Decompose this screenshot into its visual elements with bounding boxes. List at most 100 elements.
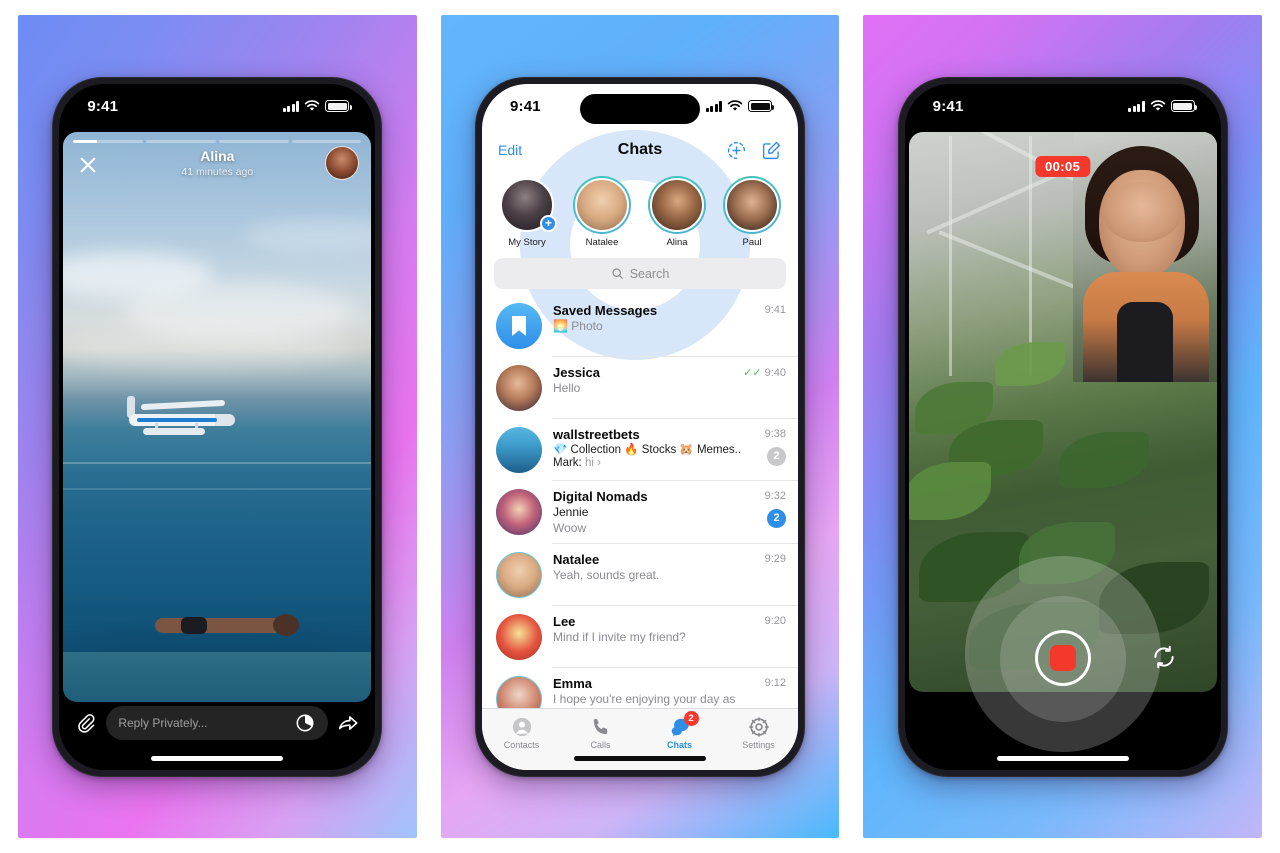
status-time: 9:41 bbox=[932, 97, 964, 115]
read-receipt-icon: ✓✓ bbox=[743, 367, 762, 379]
chat-name: wallstreetbets bbox=[553, 427, 640, 442]
contacts-icon bbox=[512, 717, 531, 736]
avatar bbox=[575, 178, 629, 232]
paperclip-icon[interactable] bbox=[75, 712, 97, 734]
chat-time: 9:38 bbox=[764, 428, 786, 440]
chat-bubbles-icon: 2 bbox=[669, 710, 699, 738]
chats-navbar: Edit Chats bbox=[482, 128, 798, 172]
list-item[interactable]: Emma I hope you're enjoying your day as … bbox=[482, 668, 798, 710]
status-indicators bbox=[282, 100, 352, 112]
phone-screen-3: 9:41 00:05 bbox=[904, 84, 1221, 770]
person-face-highlight bbox=[1102, 182, 1181, 242]
add-story-plus-icon[interactable]: + bbox=[540, 215, 557, 232]
chat-topics: 💎 Collection 🔥 Stocks 🐹 Memes... bbox=[553, 444, 741, 456]
navbar-actions bbox=[726, 140, 782, 161]
search-input[interactable]: Search bbox=[494, 258, 786, 289]
avatar[interactable] bbox=[325, 146, 360, 180]
tab-settings[interactable]: Settings bbox=[719, 709, 798, 756]
panel-chats-list: 9:41 Edit Chats + My Story Natalee Alina… bbox=[440, 15, 840, 838]
phone-frame-3: 9:41 00:05 bbox=[897, 77, 1228, 777]
tab-label: Contacts bbox=[503, 739, 540, 750]
tab-chats[interactable]: 2 Chats bbox=[640, 709, 719, 756]
flip-camera-icon[interactable] bbox=[1151, 644, 1177, 670]
story-item-my-story[interactable]: + My Story bbox=[496, 176, 558, 248]
avatar bbox=[725, 178, 779, 232]
dynamic-island bbox=[580, 94, 700, 124]
camera-controls bbox=[905, 520, 1221, 770]
panel-camera: 9:41 00:05 bbox=[863, 15, 1263, 838]
list-item[interactable]: Digital Nomads Jennie Woow 9:32 2 bbox=[482, 481, 798, 544]
progress-segment bbox=[73, 140, 144, 143]
status-bar-1: 9:41 bbox=[59, 84, 375, 128]
home-indicator bbox=[151, 756, 284, 761]
compose-icon[interactable] bbox=[761, 140, 782, 161]
story-progress[interactable] bbox=[73, 140, 362, 143]
marker-author: Mark: bbox=[553, 457, 582, 469]
unread-badge: 2 bbox=[767, 447, 786, 466]
story-photo bbox=[63, 132, 372, 702]
chat-name: Saved Messages bbox=[553, 303, 658, 318]
list-item[interactable]: wallstreetbets 💎 Collection 🔥 Stocks 🐹 M… bbox=[482, 419, 798, 481]
add-story-icon[interactable] bbox=[726, 140, 747, 161]
status-indicators bbox=[1128, 100, 1198, 112]
avatar bbox=[650, 178, 704, 232]
cellular-bars-icon bbox=[705, 100, 722, 112]
chat-time: 9:29 bbox=[764, 553, 786, 565]
chat-time: 9:12 bbox=[764, 677, 786, 689]
list-item[interactable]: Saved Messages 🌅 Photo 9:41 bbox=[482, 295, 798, 357]
list-item[interactable]: Natalee Yeah, sounds great. 9:29 bbox=[482, 544, 798, 606]
screenshot-stage: 9:41 Alina 41 minutes ago Reply Privatel… bbox=[0, 0, 1280, 853]
chat-list[interactable]: Saved Messages 🌅 Photo 9:41 Jessica Hell… bbox=[482, 295, 798, 710]
person-top bbox=[1116, 302, 1173, 382]
story-label: Paul bbox=[742, 237, 762, 248]
story-label: My Story bbox=[508, 237, 546, 248]
chat-time: 9:32 bbox=[764, 490, 786, 502]
tab-label: Chats bbox=[666, 739, 692, 750]
timer-icon[interactable] bbox=[294, 712, 316, 734]
story-reply-bar: Reply Privately... bbox=[59, 702, 375, 744]
phone-icon bbox=[593, 718, 607, 734]
story-item-alina[interactable]: Alina bbox=[646, 176, 708, 248]
status-time: 9:41 bbox=[87, 97, 119, 115]
avatar bbox=[496, 552, 542, 598]
tab-contacts[interactable]: Contacts bbox=[482, 709, 561, 756]
story-item-paul[interactable]: Paul bbox=[721, 176, 783, 248]
seaplane-graphic bbox=[115, 390, 245, 446]
chat-preview: Yeah, sounds great. bbox=[553, 568, 660, 582]
unread-badge: 2 bbox=[767, 509, 786, 528]
reply-input[interactable]: Reply Privately... bbox=[106, 706, 329, 740]
camera-screen: 9:41 00:05 bbox=[904, 84, 1221, 770]
share-arrow-icon[interactable] bbox=[337, 712, 359, 734]
battery-icon bbox=[1170, 100, 1198, 112]
reply-placeholder: Reply Privately... bbox=[118, 716, 208, 730]
preview-text: Photo bbox=[571, 319, 603, 333]
wifi-icon bbox=[305, 100, 320, 111]
story-item-emma[interactable]: Emma bbox=[796, 176, 798, 248]
tab-label: Calls bbox=[590, 739, 611, 750]
story-item-natalee[interactable]: Natalee bbox=[571, 176, 633, 248]
selfie-overlay bbox=[1072, 132, 1217, 382]
story-label: Alina bbox=[666, 237, 688, 248]
chat-time: ✓✓ 9:40 bbox=[743, 367, 786, 379]
tab-calls[interactable]: Calls bbox=[561, 709, 640, 756]
avatar bbox=[496, 614, 542, 660]
chat-last-message: Mark: hi › bbox=[553, 457, 741, 469]
stories-row[interactable]: + My Story Natalee Alina Paul bbox=[482, 172, 798, 252]
chat-time: 9:20 bbox=[764, 615, 786, 627]
wifi-icon bbox=[1150, 100, 1165, 111]
avatar bbox=[496, 365, 542, 411]
chat-sender: Jennie bbox=[553, 505, 589, 519]
list-item[interactable]: Lee Mind if I invite my friend? 9:20 bbox=[482, 606, 798, 668]
progress-segment bbox=[291, 140, 362, 143]
avatar bbox=[496, 427, 542, 473]
cellular-bars-icon bbox=[1128, 100, 1145, 112]
search-icon bbox=[612, 268, 623, 279]
chat-name: Lee bbox=[553, 614, 576, 629]
close-icon[interactable] bbox=[77, 154, 99, 176]
story-label: Emma bbox=[796, 237, 798, 248]
list-item[interactable]: Jessica Hello ✓✓ 9:40 bbox=[482, 357, 798, 419]
story-media[interactable]: Alina 41 minutes ago bbox=[63, 132, 372, 702]
record-button[interactable] bbox=[1034, 630, 1091, 686]
tab-label: Settings bbox=[742, 739, 775, 750]
swimmer-graphic bbox=[155, 610, 305, 644]
